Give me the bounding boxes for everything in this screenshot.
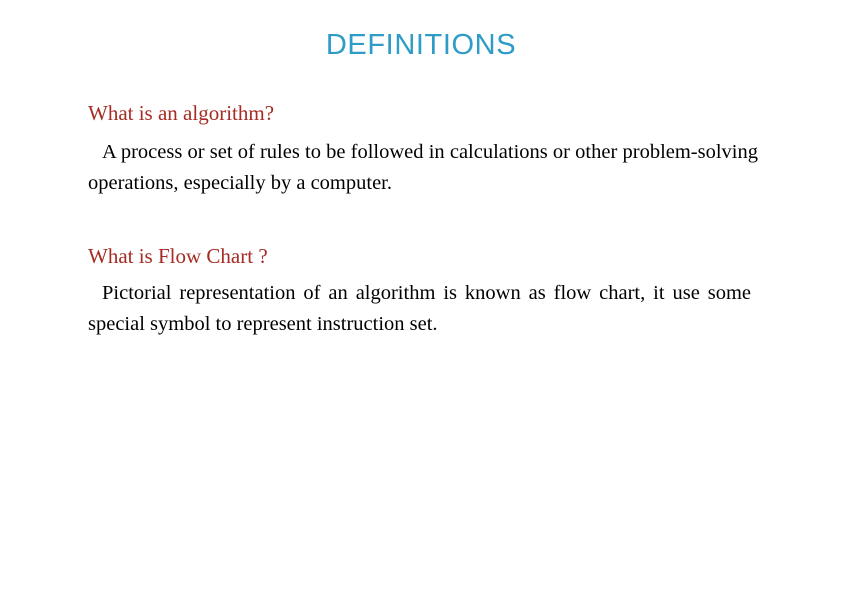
- section-body-flowchart: Pictorial representation of an algorithm…: [88, 282, 751, 336]
- slide-body-content: What is an algorithm? A process or set o…: [88, 100, 758, 340]
- section-heading-algorithm: What is an algorithm?: [88, 101, 275, 125]
- section-heading-flowchart: What is Flow Chart ?: [88, 244, 268, 269]
- page-title: DEFINITIONS: [325, 29, 517, 61]
- presentation-slide: DEFINITIONS What is an algorithm? A proc…: [0, 0, 842, 595]
- definition-section-flowchart: What is Flow Chart ? Pictorial represent…: [88, 243, 758, 340]
- section-body-algorithm: A process or set of rules to be followed…: [88, 140, 758, 195]
- definition-section-algorithm: What is an algorithm? A process or set o…: [88, 100, 758, 199]
